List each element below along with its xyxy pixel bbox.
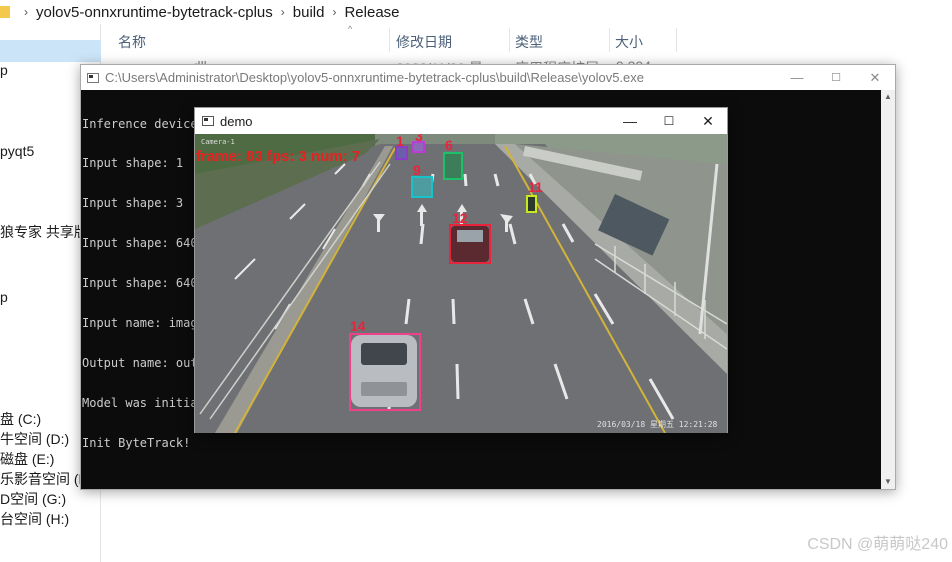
frame-stats-overlay: frame: 83 fps: 3 num: 7 [196, 148, 360, 165]
nav-item-drive[interactable]: 台空间 (H:) [0, 509, 69, 529]
nav-item-drive[interactable]: 盘 (C:) [0, 409, 41, 429]
column-header-type[interactable]: 类型 [515, 32, 543, 52]
console-scrollbar[interactable]: ▲ ▼ [881, 90, 895, 489]
scroll-up-icon[interactable]: ▲ [881, 90, 895, 104]
traffic-scene-image: 1 3 6 9 11 12 14 Camera-1 frame: 83 fps:… [195, 134, 727, 433]
demo-window: demo — ☐ ✕ 1 3 6 9 11 12 14 Camera-1 fra… [194, 107, 728, 433]
folder-icon [0, 6, 10, 18]
watermark: CSDN @萌萌哒240 [807, 536, 948, 553]
column-divider[interactable] [676, 28, 677, 52]
demo-title: demo [220, 113, 253, 129]
video-frame: 1 3 6 9 11 12 14 Camera-1 frame: 83 fps:… [195, 134, 727, 433]
maximize-button[interactable]: ☐ [816, 65, 856, 90]
column-header-size[interactable]: 大小 [615, 32, 643, 52]
track-id: 1 [396, 134, 404, 149]
track-id: 14 [350, 318, 366, 334]
console-title-bar[interactable]: C:\Users\Administrator\Desktop\yolov5-on… [81, 65, 895, 90]
track-id: 6 [445, 137, 453, 153]
track-id: 11 [528, 179, 543, 195]
nav-item[interactable]: p [0, 62, 8, 78]
chevron-right-icon: › [332, 5, 337, 19]
track-id: 3 [415, 134, 423, 144]
breadcrumb: › yolov5-onnxruntime-bytetrack-cplus › b… [0, 0, 952, 24]
column-divider[interactable] [389, 28, 390, 52]
track-id: 9 [413, 162, 421, 178]
close-button[interactable]: ✕ [688, 108, 728, 134]
maximize-button[interactable]: ☐ [649, 108, 689, 134]
console-line: Init ByteTrack! [82, 435, 191, 450]
nav-item[interactable]: 狼专家 共享版 [0, 222, 88, 242]
nav-item[interactable]: pyqt5 [0, 143, 34, 159]
breadcrumb-item[interactable]: build [293, 4, 325, 21]
console-title: C:\Users\Administrator\Desktop\yolov5-on… [105, 70, 645, 85]
video-timestamp: 2016/03/18 星期五 12:21:28 [597, 420, 718, 429]
nav-item-drive[interactable]: 牛空间 (D:) [0, 429, 69, 449]
scroll-down-icon[interactable]: ▼ [881, 475, 895, 489]
nav-selection [0, 40, 101, 62]
desktop: › yolov5-onnxruntime-bytetrack-cplus › b… [0, 0, 952, 562]
breadcrumb-item[interactable]: Release [344, 4, 399, 21]
track-id: 12 [452, 210, 468, 226]
column-header-date[interactable]: 修改日期 [396, 32, 452, 52]
nav-item-drive[interactable]: D空间 (G:) [0, 489, 66, 509]
camera-label: Camera-1 [201, 138, 235, 146]
demo-app-icon [202, 116, 214, 126]
column-divider[interactable] [609, 28, 610, 52]
chevron-right-icon: › [24, 5, 28, 19]
column-headers: ^ 名称 修改日期 类型 大小 [101, 24, 952, 56]
chevron-right-icon: › [280, 5, 285, 19]
nav-item-drive[interactable]: 磁盘 (E:) [0, 449, 54, 469]
column-header-name[interactable]: 名称 [118, 32, 146, 52]
console-app-icon [87, 72, 99, 83]
sort-up-icon: ^ [348, 24, 353, 34]
column-divider[interactable] [509, 28, 510, 52]
minimize-button[interactable]: — [777, 65, 817, 90]
close-button[interactable]: ✕ [855, 65, 895, 90]
nav-item[interactable]: p [0, 289, 8, 305]
minimize-button[interactable]: — [610, 108, 650, 134]
breadcrumb-item[interactable]: yolov5-onnxruntime-bytetrack-cplus [36, 4, 273, 21]
